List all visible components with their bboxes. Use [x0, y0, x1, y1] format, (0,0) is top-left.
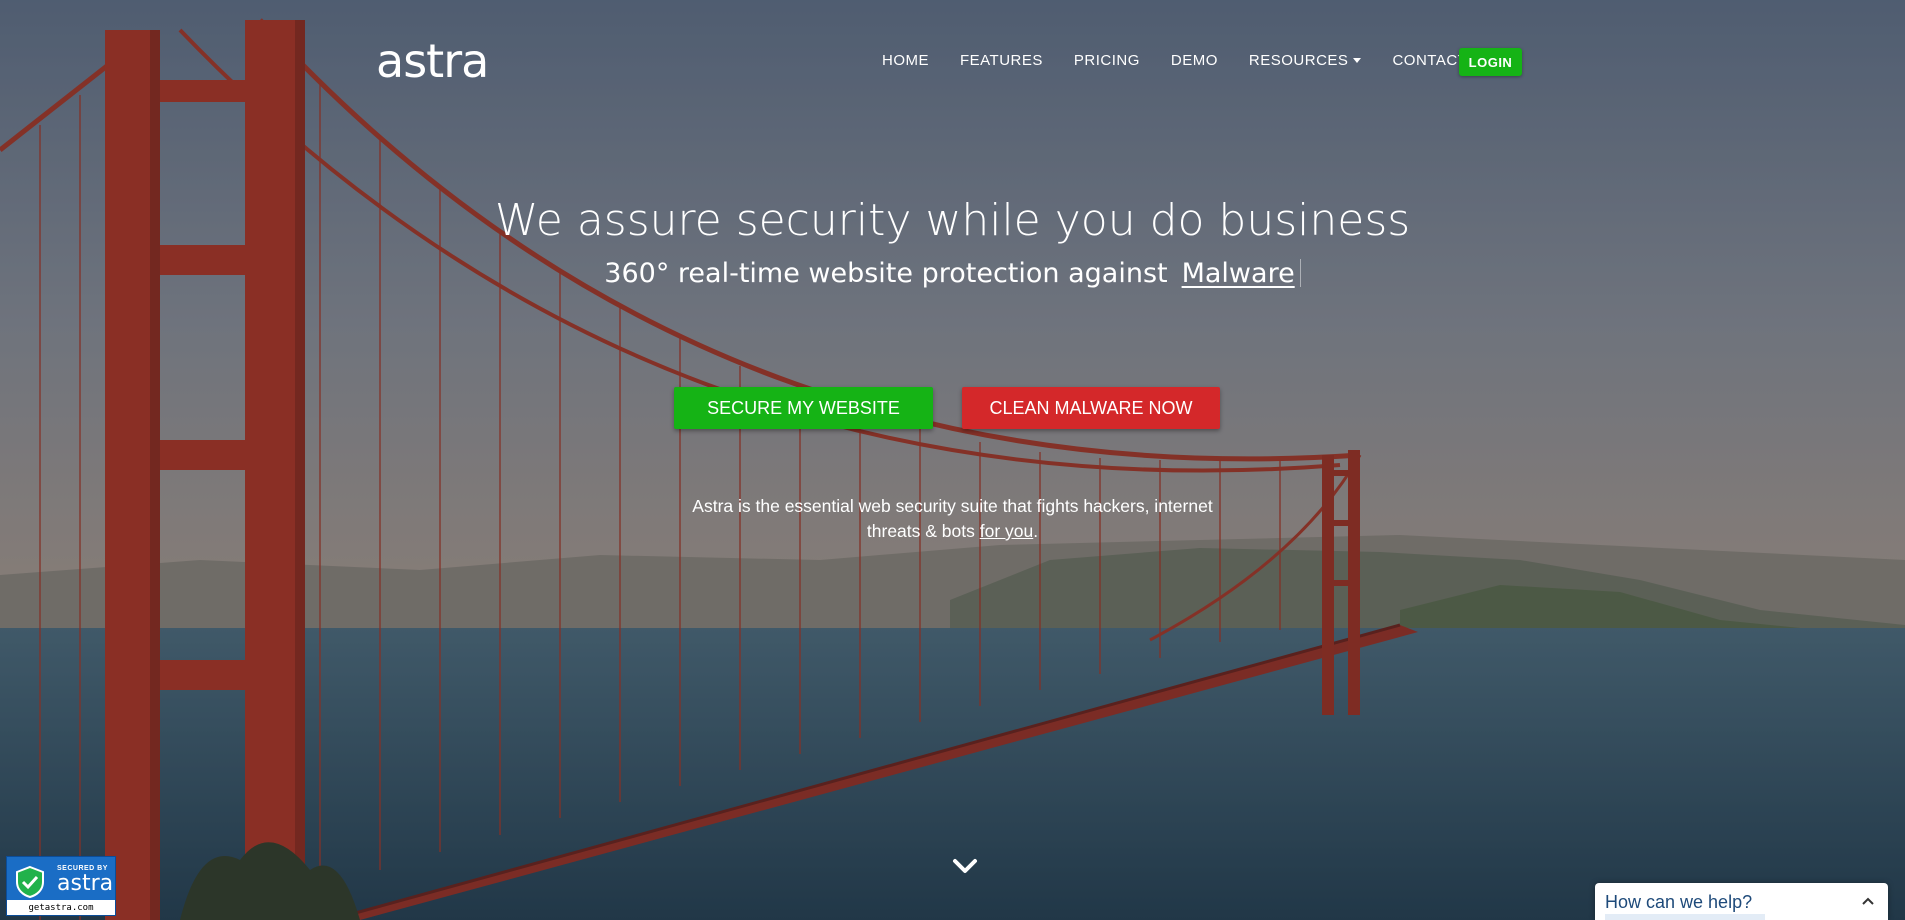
chat-widget-strip	[1605, 914, 1765, 920]
nav-demo[interactable]: DEMO	[1171, 52, 1218, 69]
secured-by-astra-badge[interactable]: SECURED BY astra getastra.com	[6, 856, 116, 916]
main-nav: HOME FEATURES PRICING DEMO RESOURCES CON…	[882, 52, 1498, 69]
nav-home[interactable]: HOME	[882, 52, 929, 69]
hero-description-period: .	[1033, 521, 1039, 541]
hero-title: We assure security while you do business	[494, 195, 1411, 246]
hero-description-line2: threats & bots	[866, 521, 980, 541]
chevron-down-icon[interactable]	[952, 856, 978, 878]
nav-pricing[interactable]: PRICING	[1074, 52, 1140, 69]
hero-description-line1: Astra is the essential web security suit…	[692, 496, 1213, 516]
help-chat-widget[interactable]: How can we help?	[1595, 883, 1888, 920]
for-you-link[interactable]: for you	[980, 521, 1034, 541]
hero-description: Astra is the essential web security suit…	[0, 494, 1905, 544]
clean-malware-now-button[interactable]: CLEAN MALWARE NOW	[962, 387, 1220, 429]
chat-prompt: How can we help?	[1605, 892, 1753, 912]
nav-resources-label: RESOURCES	[1248, 52, 1349, 69]
rotating-threat-word: Malware	[1181, 258, 1295, 289]
secure-my-website-button[interactable]: SECURE MY WEBSITE	[674, 387, 933, 429]
shield-check-icon	[16, 865, 44, 899]
chevron-up-icon[interactable]	[1862, 897, 1874, 905]
nav-resources[interactable]: RESOURCES	[1249, 52, 1362, 69]
nav-features[interactable]: FEATURES	[960, 52, 1043, 69]
caret-down-icon	[1353, 58, 1362, 63]
badge-url: getastra.com	[7, 900, 115, 915]
nav-contact[interactable]: CONTACT	[1392, 52, 1467, 69]
typing-cursor	[1299, 259, 1301, 287]
site-logo[interactable]: astra	[376, 34, 489, 88]
hero-subtitle: 360° real-time website protection agains…	[0, 258, 1905, 289]
hero-subtitle-text: 360° real-time website protection agains…	[604, 258, 1168, 289]
login-button[interactable]: LOGIN	[1459, 48, 1522, 76]
badge-brand: astra	[57, 871, 114, 896]
background-tint-overlay	[0, 0, 1905, 920]
